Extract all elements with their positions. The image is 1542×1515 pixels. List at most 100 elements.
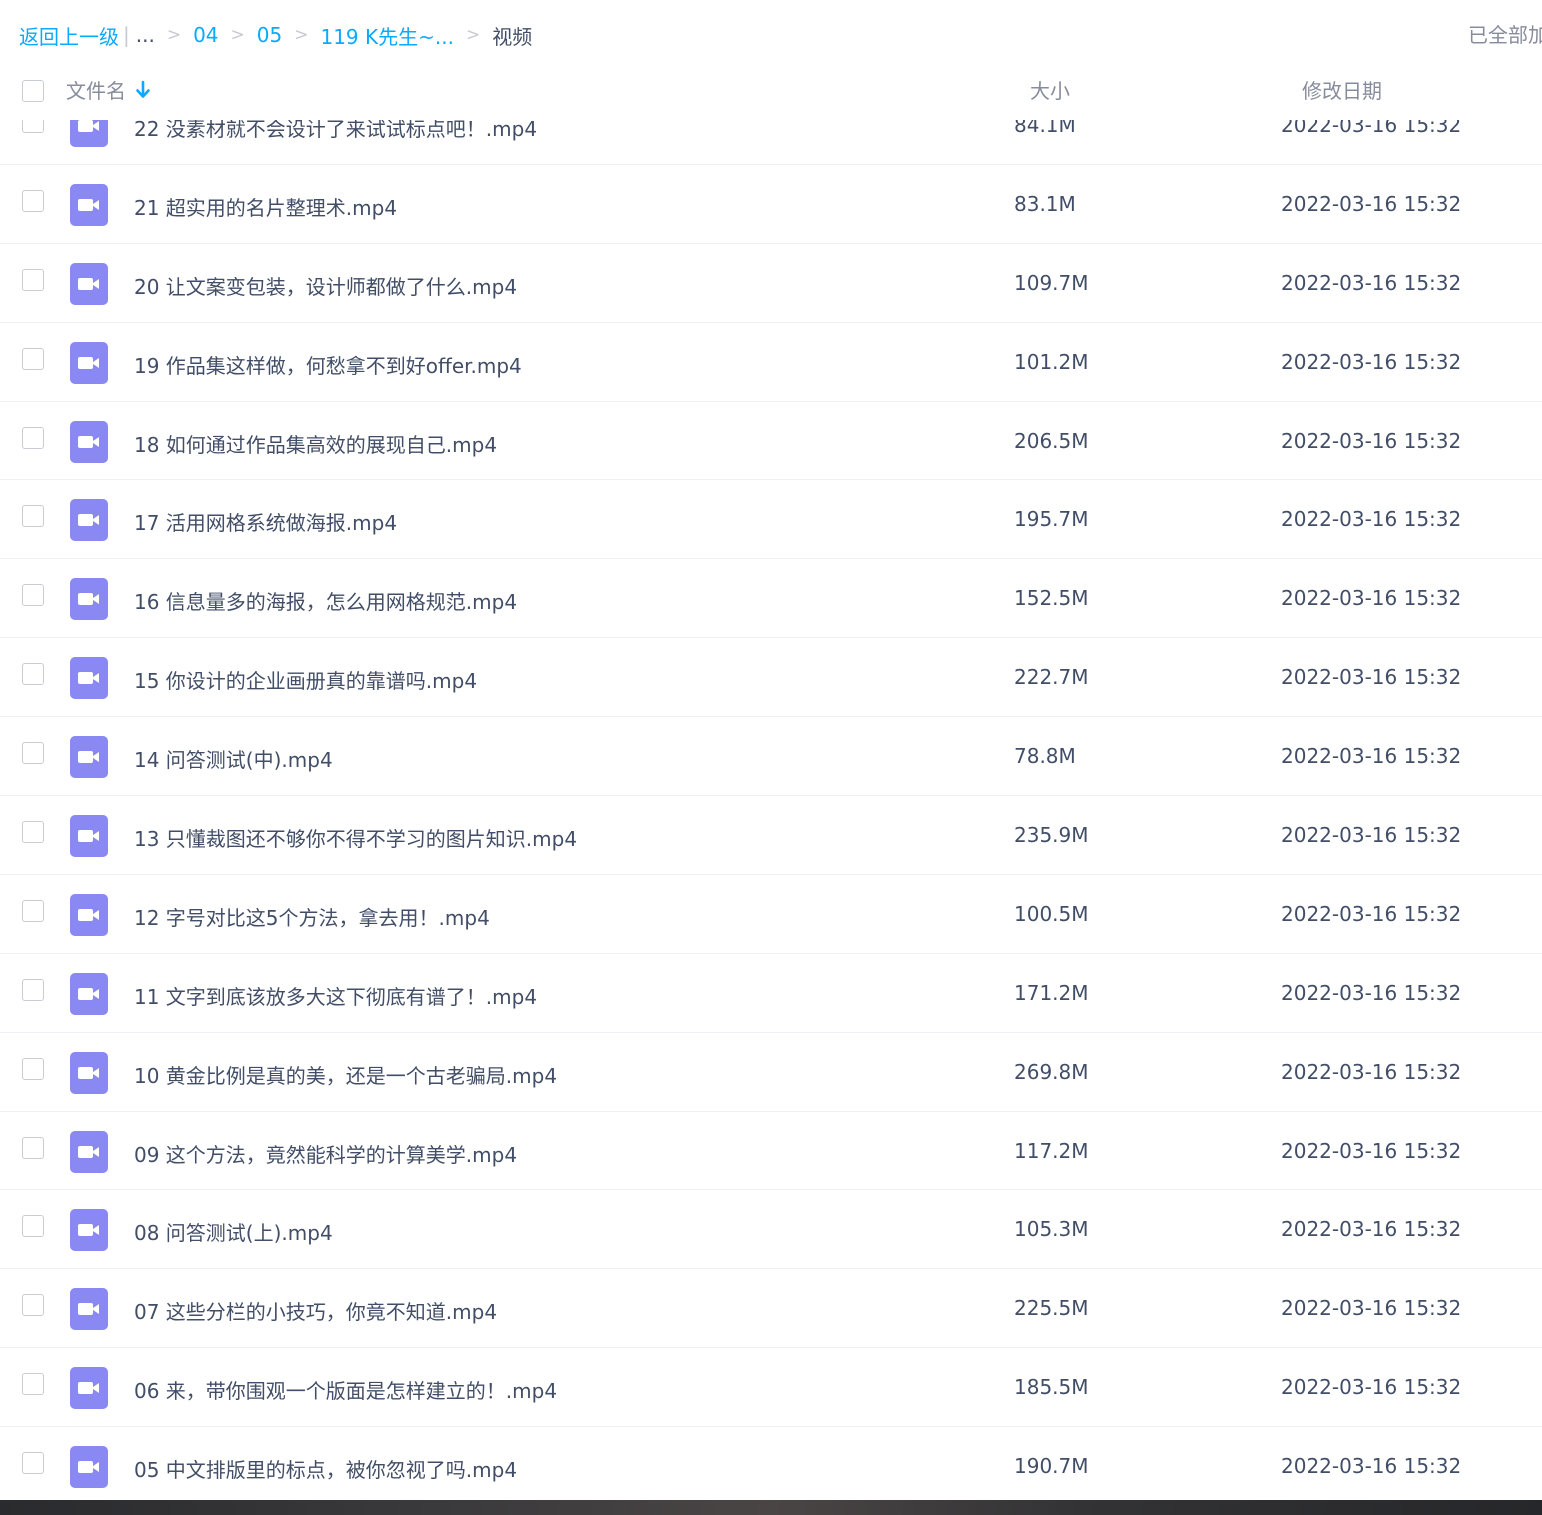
video-camera-icon [78,198,99,211]
file-date: 2022-03-16 15:32 [1281,586,1462,611]
file-date: 2022-03-16 15:32 [1281,1059,1462,1084]
video-file-icon [70,183,108,226]
video-camera-icon [78,1145,99,1158]
file-row[interactable]: 07 这些分栏的小技巧，你竟不知道.mp4 225.5M 2022-03-16 … [0,1269,1542,1349]
file-size: 117.2M [1014,1138,1089,1163]
file-size: 185.5M [1014,1375,1089,1400]
file-row[interactable]: 18 如何通过作品集高效的展现自己.mp4 206.5M 2022-03-16 … [0,402,1542,481]
file-checkbox[interactable] [22,426,44,449]
file-name[interactable]: 15 你设计的企业画册真的靠谱吗.mp4 [134,665,477,694]
breadcrumb-item-04[interactable]: 04 [193,23,218,47]
file-size: 235.9M [1014,823,1089,848]
file-size: 105.3M [1014,1217,1089,1242]
file-size: 195.7M [1014,507,1089,532]
file-name[interactable]: 13 只懂裁图还不够你不得不学习的图片知识.mp4 [134,823,577,852]
column-header-date[interactable]: 修改日期 [1302,75,1382,104]
file-date: 2022-03-16 15:32 [1281,507,1462,532]
file-name[interactable]: 16 信息量多的海报，怎么用网格规范.mp4 [134,586,517,615]
desktop-background-strip [0,1500,1542,1515]
file-size: 171.2M [1014,980,1089,1005]
file-row[interactable]: 08 问答测试(上).mp4 105.3M 2022-03-16 15:32 [0,1190,1542,1270]
file-size: 78.8M [1014,744,1076,769]
file-size: 190.7M [1014,1454,1089,1479]
file-name[interactable]: 18 如何通过作品集高效的展现自己.mp4 [134,429,497,458]
file-row[interactable]: 09 这个方法，竟然能科学的计算美学.mp4 117.2M 2022-03-16… [0,1112,1542,1191]
file-name[interactable]: 08 问答测试(上).mp4 [134,1217,333,1246]
file-name[interactable]: 07 这些分栏的小技巧，你竟不知道.mp4 [134,1296,497,1325]
file-date: 2022-03-16 15:32 [1281,744,1462,769]
file-name[interactable]: 12 字号对比这5个方法，拿去用！.mp4 [134,902,490,931]
file-checkbox[interactable] [22,899,44,922]
file-date: 2022-03-16 15:32 [1281,1217,1462,1242]
file-row[interactable]: 11 文字到底该放多大这下彻底有谱了！.mp4 171.2M 2022-03-1… [0,954,1542,1033]
file-checkbox[interactable] [22,1373,44,1396]
file-checkbox[interactable] [22,1294,44,1317]
breadcrumb-item-folder[interactable]: 119 K先生~... [320,21,453,50]
file-date: 2022-03-16 15:32 [1281,901,1462,926]
file-checkbox[interactable] [22,505,44,528]
file-date: 2022-03-16 15:32 [1281,349,1462,374]
file-row[interactable]: 17 活用网格系统做海报.mp4 195.7M 2022-03-16 15:32 [0,480,1542,560]
file-checkbox[interactable] [22,1215,44,1238]
file-row[interactable]: 21 超实用的名片整理术.mp4 83.1M 2022-03-16 15:32 [0,165,1542,244]
file-name[interactable]: 09 这个方法，竟然能科学的计算美学.mp4 [134,1139,517,1168]
breadcrumb-separator: > [294,25,309,45]
sort-down-icon [136,80,150,98]
file-name[interactable]: 19 作品集这样做，何愁拿不到好offer.mp4 [134,350,522,379]
video-camera-icon [78,514,99,527]
breadcrumb-item-05[interactable]: 05 [257,23,282,47]
file-row[interactable]: 13 只懂裁图还不够你不得不学习的图片知识.mp4 235.9M 2022-03… [0,796,1542,875]
list-header: 文件名 大小 修改日期 [0,60,1542,120]
select-all-checkbox[interactable] [22,80,44,102]
file-checkbox[interactable] [22,1057,44,1080]
file-checkbox[interactable] [22,742,44,765]
file-checkbox[interactable] [22,1452,44,1475]
file-checkbox[interactable] [22,584,44,607]
file-name[interactable]: 11 文字到底该放多大这下彻底有谱了！.mp4 [134,981,537,1010]
file-row[interactable]: 14 问答测试(中).mp4 78.8M 2022-03-16 15:32 [0,717,1542,797]
file-row[interactable]: 12 字号对比这5个方法，拿去用！.mp4 100.5M 2022-03-16 … [0,875,1542,954]
file-name[interactable]: 14 问答测试(中).mp4 [134,744,333,773]
file-checkbox[interactable] [22,1136,44,1159]
file-row[interactable]: 16 信息量多的海报，怎么用网格规范.mp4 152.5M 2022-03-16… [0,559,1542,639]
breadcrumb-separator: > [465,25,481,45]
video-file-icon [70,262,108,305]
file-checkbox[interactable] [22,663,44,686]
back-link[interactable]: 返回上一级 [19,21,119,50]
file-size: 222.7M [1014,665,1089,690]
file-row[interactable]: 20 让文案变包装，设计师都做了什么.mp4 109.7M 2022-03-16… [0,244,1542,323]
file-name[interactable]: 06 来，带你围观一个版面是怎样建立的！.mp4 [134,1375,557,1404]
video-camera-icon [78,1066,99,1079]
file-name[interactable]: 10 黄金比例是真的美，还是一个古老骗局.mp4 [134,1060,557,1089]
file-date: 2022-03-16 15:32 [1281,1375,1462,1400]
breadcrumb-ellipsis[interactable]: ... [136,23,155,47]
video-camera-icon [78,908,99,921]
file-checkbox[interactable] [22,978,44,1001]
file-name[interactable]: 05 中文排版里的标点，被你忽视了吗.mp4 [134,1454,517,1483]
file-checkbox[interactable] [22,347,44,370]
video-camera-icon [78,435,99,448]
file-size: 101.2M [1014,349,1089,374]
file-checkbox[interactable] [22,821,44,844]
video-camera-icon [78,593,99,606]
file-row[interactable]: 06 来，带你围观一个版面是怎样建立的！.mp4 185.5M 2022-03-… [0,1348,1542,1428]
column-header-size[interactable]: 大小 [1030,75,1070,104]
file-date: 2022-03-16 15:32 [1281,665,1462,690]
file-checkbox[interactable] [22,189,44,212]
column-header-name[interactable]: 文件名 [66,75,152,104]
file-name[interactable]: 21 超实用的名片整理术.mp4 [134,192,397,221]
file-size: 109.7M [1014,270,1089,295]
file-size: 269.8M [1014,1059,1089,1084]
file-row[interactable]: 10 黄金比例是真的美，还是一个古老骗局.mp4 269.8M 2022-03-… [0,1033,1542,1112]
file-date: 2022-03-16 15:32 [1281,1138,1462,1163]
file-name[interactable]: 17 活用网格系统做海报.mp4 [134,507,397,536]
video-camera-icon [78,751,99,764]
file-row[interactable]: 05 中文排版里的标点，被你忽视了吗.mp4 190.7M 2022-03-16… [0,1427,1542,1507]
file-row[interactable]: 15 你设计的企业画册真的靠谱吗.mp4 222.7M 2022-03-16 1… [0,638,1542,718]
breadcrumb-divider: | [123,23,130,47]
file-size: 225.5M [1014,1296,1089,1321]
file-name[interactable]: 20 让文案变包装，设计师都做了什么.mp4 [134,271,517,300]
breadcrumb-separator: > [166,25,182,45]
file-checkbox[interactable] [22,268,44,291]
file-row[interactable]: 19 作品集这样做，何愁拿不到好offer.mp4 101.2M 2022-03… [0,323,1542,402]
